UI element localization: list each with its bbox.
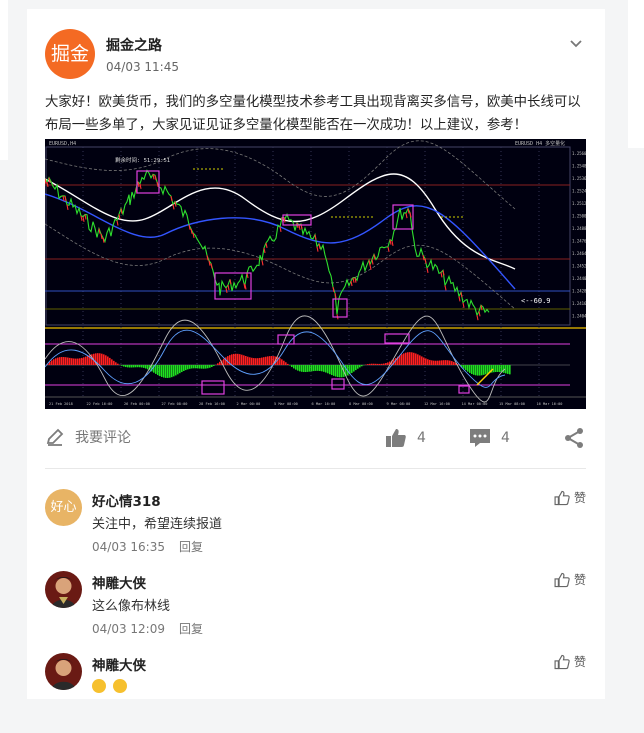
comment-count: 4 — [501, 430, 510, 446]
chart-header-right: EURUSD H4 多空量化 — [515, 140, 565, 147]
commenter-avatar[interactable]: 好心 — [45, 489, 82, 526]
svg-text:1.2560: 1.2560 — [572, 151, 586, 156]
left-panel-edge — [0, 0, 8, 160]
commenter-name[interactable]: 好心情318 — [92, 490, 161, 510]
comment-like-button[interactable]: 赞 — [554, 489, 586, 506]
comment-like-label: 赞 — [574, 653, 586, 670]
author-avatar[interactable]: 掘金 — [45, 29, 95, 79]
write-comment-button[interactable]: 我要评论 — [45, 427, 131, 447]
right-panel-edge — [628, 0, 644, 148]
comment-time: 04/03 12:09 — [92, 622, 165, 636]
chart-x-tick: 16 Mar 16:00 — [537, 402, 563, 406]
chart-svg: EURUSD,H4 EURUSD H4 多空量化 剩余时间: 51:29:51 … — [45, 139, 586, 409]
comment-like-button[interactable]: 赞 — [554, 571, 586, 588]
chart-x-tick: 26 Feb 00:00 — [124, 402, 150, 406]
comment-time: 04/03 16:35 — [92, 540, 165, 554]
chart-countdown: 剩余时间: 51:29:51 — [115, 156, 170, 164]
comment-meta: 04/03 16:35 回复 — [92, 538, 203, 555]
commenter-name[interactable]: 神雕大侠 — [92, 572, 146, 592]
chart-x-tick: 22 Feb 16:00 — [87, 402, 113, 406]
chart-x-tick: 27 Feb 08:00 — [162, 402, 188, 406]
commenter-name[interactable]: 神雕大侠 — [92, 654, 146, 674]
chart-x-tick: 2 Mar 00:00 — [237, 402, 261, 406]
post-time: 04/03 11:45 — [106, 60, 179, 74]
svg-text:1.2488: 1.2488 — [572, 226, 586, 231]
chart-x-tick: 5 Mar 08:00 — [274, 402, 298, 406]
chart-x-tick: 9 Mar 08:00 — [387, 402, 411, 406]
svg-text:1.2512: 1.2512 — [572, 201, 586, 206]
thumbs-up-outline-icon — [554, 490, 570, 506]
comment-like-label: 赞 — [574, 571, 586, 588]
comment-item: 好心 好心情318 关注中，希望连续报道 04/03 16:35 回复 赞 — [45, 489, 586, 569]
comment-text: 这么像布林线 — [92, 595, 170, 614]
chart-annotation: <--60.9 — [521, 297, 551, 305]
comment-item: 神雕大侠 这么像布林线 04/03 12:09 回复 赞 — [45, 571, 586, 651]
chart-x-tick: 12 Mar 16:00 — [424, 402, 450, 406]
comment-like-label: 赞 — [574, 489, 586, 506]
write-comment-label: 我要评论 — [75, 427, 131, 447]
chart-x-tick: 14 Mar 00:00 — [462, 402, 488, 406]
thumbs-up-outline-icon — [554, 654, 570, 670]
forex-chart-image[interactable]: EURUSD,H4 EURUSD H4 多空量化 剩余时间: 51:29:51 … — [45, 139, 586, 409]
comment-item: 神雕大侠 赞 — [45, 653, 586, 733]
svg-text:1.2404: 1.2404 — [572, 314, 586, 319]
reply-button[interactable]: 回复 — [179, 540, 203, 554]
svg-text:1.2440: 1.2440 — [572, 276, 586, 281]
emoji-icon — [113, 679, 127, 693]
thumbs-up-outline-icon — [554, 572, 570, 588]
svg-text:1.2464: 1.2464 — [572, 251, 586, 256]
post-header: 掘金 掘金之路 04/03 11:45 — [45, 29, 585, 85]
chart-x-tick: 15 Mar 08:00 — [499, 402, 525, 406]
svg-text:1.2548: 1.2548 — [572, 164, 586, 169]
commenter-avatar[interactable] — [45, 653, 82, 690]
comment-text: 关注中，希望连续报道 — [92, 513, 222, 532]
svg-text:1.2416: 1.2416 — [572, 301, 586, 306]
thumbs-up-icon — [385, 427, 407, 449]
svg-text:1.2536: 1.2536 — [572, 176, 586, 181]
like-count: 4 — [417, 430, 426, 446]
divider — [45, 468, 586, 469]
comment-meta: 04/03 12:09 回复 — [92, 620, 203, 637]
avatar-photo — [45, 571, 82, 608]
share-button[interactable] — [563, 427, 585, 449]
comment-count-button[interactable]: 4 — [469, 427, 510, 449]
svg-text:1.2428: 1.2428 — [572, 289, 586, 294]
edit-icon — [45, 427, 65, 447]
post-card: 掘金 掘金之路 04/03 11:45 大家好！欧美货币，我们的多空量化模型技术… — [27, 9, 605, 699]
chart-x-tick: 21 Feb 2018 — [49, 402, 73, 406]
share-icon — [563, 427, 585, 449]
author-name[interactable]: 掘金之路 — [106, 35, 162, 55]
chart-x-tick: 28 Feb 16:00 — [199, 402, 225, 406]
commenter-avatar[interactable] — [45, 571, 82, 608]
chevron-down-icon[interactable] — [567, 35, 585, 53]
emoji-icon — [92, 679, 106, 693]
like-button[interactable]: 4 — [385, 427, 426, 449]
svg-text:1.2500: 1.2500 — [572, 214, 586, 219]
post-actions: 我要评论 4 4 — [45, 423, 586, 457]
reply-button[interactable]: 回复 — [179, 622, 203, 636]
chart-x-tick: 6 Mar 16:00 — [312, 402, 336, 406]
svg-text:1.2476: 1.2476 — [572, 239, 586, 244]
comment-like-button[interactable]: 赞 — [554, 653, 586, 670]
svg-text:1.2452: 1.2452 — [572, 264, 586, 269]
post-body: 大家好！欧美货币，我们的多空量化模型技术参考工具出现背离买多信号，欧美中长线可以… — [45, 91, 590, 137]
svg-text:1.2524: 1.2524 — [572, 189, 586, 194]
avatar-photo — [45, 653, 82, 690]
chart-header-left: EURUSD,H4 — [49, 141, 76, 147]
comment-bubble-icon — [469, 427, 491, 449]
chart-x-tick: 8 Mar 00:00 — [349, 402, 373, 406]
